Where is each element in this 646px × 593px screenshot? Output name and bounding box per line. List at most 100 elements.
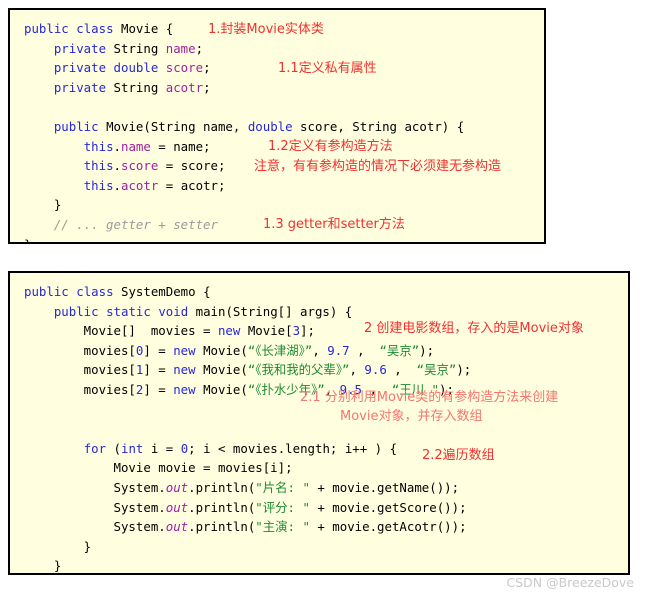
code-token: , [349, 362, 365, 378]
code-token: acotr [121, 177, 159, 193]
code-token: String [106, 40, 166, 56]
code-token: 9.6 [364, 362, 387, 378]
code-token: score [121, 158, 159, 174]
code-token: , [312, 342, 328, 358]
code-token: movies[ [24, 342, 136, 358]
annotation-text: Movie对象，并存入数组 [340, 409, 483, 424]
code-token: + movie.getName()); [309, 479, 460, 495]
code-token: new [173, 342, 196, 358]
code-token: out [165, 519, 189, 535]
code-token: for [83, 440, 107, 456]
code-token: + movie.getAcotr()); [309, 519, 467, 535]
annotation-text: 1.1定义私有属性 [278, 61, 377, 76]
code-token: public [24, 284, 69, 299]
code-line: System.out.println("片名: " + movie.getNam… [24, 478, 628, 498]
code-token: int [121, 440, 144, 456]
code-token: Movie( [195, 381, 248, 397]
code-token: } [24, 538, 92, 554]
code-token: . [113, 138, 121, 154]
code-token: private [53, 79, 107, 95]
code-token: private [53, 60, 107, 76]
code-token: name [165, 40, 196, 56]
code-token: new [173, 362, 196, 378]
code-token: “《我和我的父辈》” [247, 362, 350, 378]
code-token: new [173, 381, 196, 397]
code-token: ; [203, 79, 211, 95]
annotation-text: 2 创建电影数组，存入的是Movie对象 [364, 321, 584, 336]
code-token: , [386, 362, 417, 378]
code-token: ] = [143, 342, 174, 358]
code-token: double [113, 60, 159, 76]
code-token: class [76, 284, 114, 299]
code-token: score [165, 60, 204, 76]
code-block-system-demo-class: public class SystemDemo { public static … [8, 271, 630, 575]
code-token: score, String acotr) { [292, 118, 465, 134]
code-token: ; i < movies.length; i++ ) { [188, 440, 398, 456]
code-token: } [24, 237, 31, 242]
code-token: + movie.getScore()); [309, 499, 467, 515]
code-token: double [247, 118, 293, 134]
code-token: public [53, 303, 99, 319]
code-token: new [217, 323, 241, 339]
code-token: Movie( [195, 342, 248, 358]
code-token: out [165, 499, 189, 515]
code-token: ]; [300, 323, 315, 339]
code-token: "评分: " [255, 499, 310, 515]
code-token: System. [24, 479, 166, 495]
code-line: private String acotr; [24, 78, 544, 98]
code-token: public [24, 21, 69, 36]
code-line: } [24, 235, 544, 242]
code-text-movie-class: public class Movie { private String name… [10, 10, 544, 242]
code-token: String [106, 79, 166, 95]
code-token: 9.7 [327, 342, 350, 358]
code-token: . [113, 177, 121, 193]
code-token: .println( [188, 499, 256, 515]
annotation-text: 1.2定义有参构造方法 [268, 139, 393, 154]
code-token: class [76, 21, 114, 36]
code-line: public Movie(String name, double score, … [24, 117, 544, 137]
code-line: } [24, 195, 544, 215]
code-token: movies[ [24, 381, 136, 397]
code-token: Movie[ [240, 323, 293, 339]
code-token: } [24, 558, 62, 574]
code-line: this.acotr = acotr; [24, 176, 544, 196]
code-token: Movie[] movies = [24, 323, 218, 339]
annotation-text: 1.3 getter和setter方法 [263, 217, 405, 232]
code-line: movies[1] = new Movie(“《我和我的父辈》”, 9.6 , … [24, 360, 628, 380]
code-line: private String name; [24, 39, 544, 59]
code-token: SystemDemo { [113, 284, 211, 299]
code-token: "主演: " [255, 519, 310, 535]
code-token: ] = [143, 362, 174, 378]
code-token: ); [456, 362, 472, 378]
code-token: = score; [158, 158, 226, 174]
code-token: "片名: " [255, 479, 310, 495]
code-token: main(String[] args) { [188, 303, 353, 319]
code-token: Movie(String name, [98, 118, 248, 134]
code-token: ( [106, 440, 121, 456]
code-token: name [121, 138, 151, 154]
code-line: Movie movie = movies[i]; [24, 458, 628, 478]
code-token: ] = [143, 381, 174, 397]
code-token: ); [419, 342, 435, 358]
code-token: Movie( [195, 362, 248, 378]
code-line: public class SystemDemo { [24, 282, 628, 302]
code-token: Movie movie = movies[i]; [24, 460, 293, 476]
code-token: i = [143, 440, 181, 456]
code-token: // ... getter + setter [53, 216, 218, 232]
code-token: “吴京” [379, 342, 420, 358]
code-token: “吴京” [416, 362, 457, 378]
code-text-system-demo-class: public class SystemDemo { public static … [10, 273, 628, 574]
code-token: out [165, 479, 189, 495]
code-token: ; [203, 60, 211, 76]
code-line: } [24, 556, 628, 574]
